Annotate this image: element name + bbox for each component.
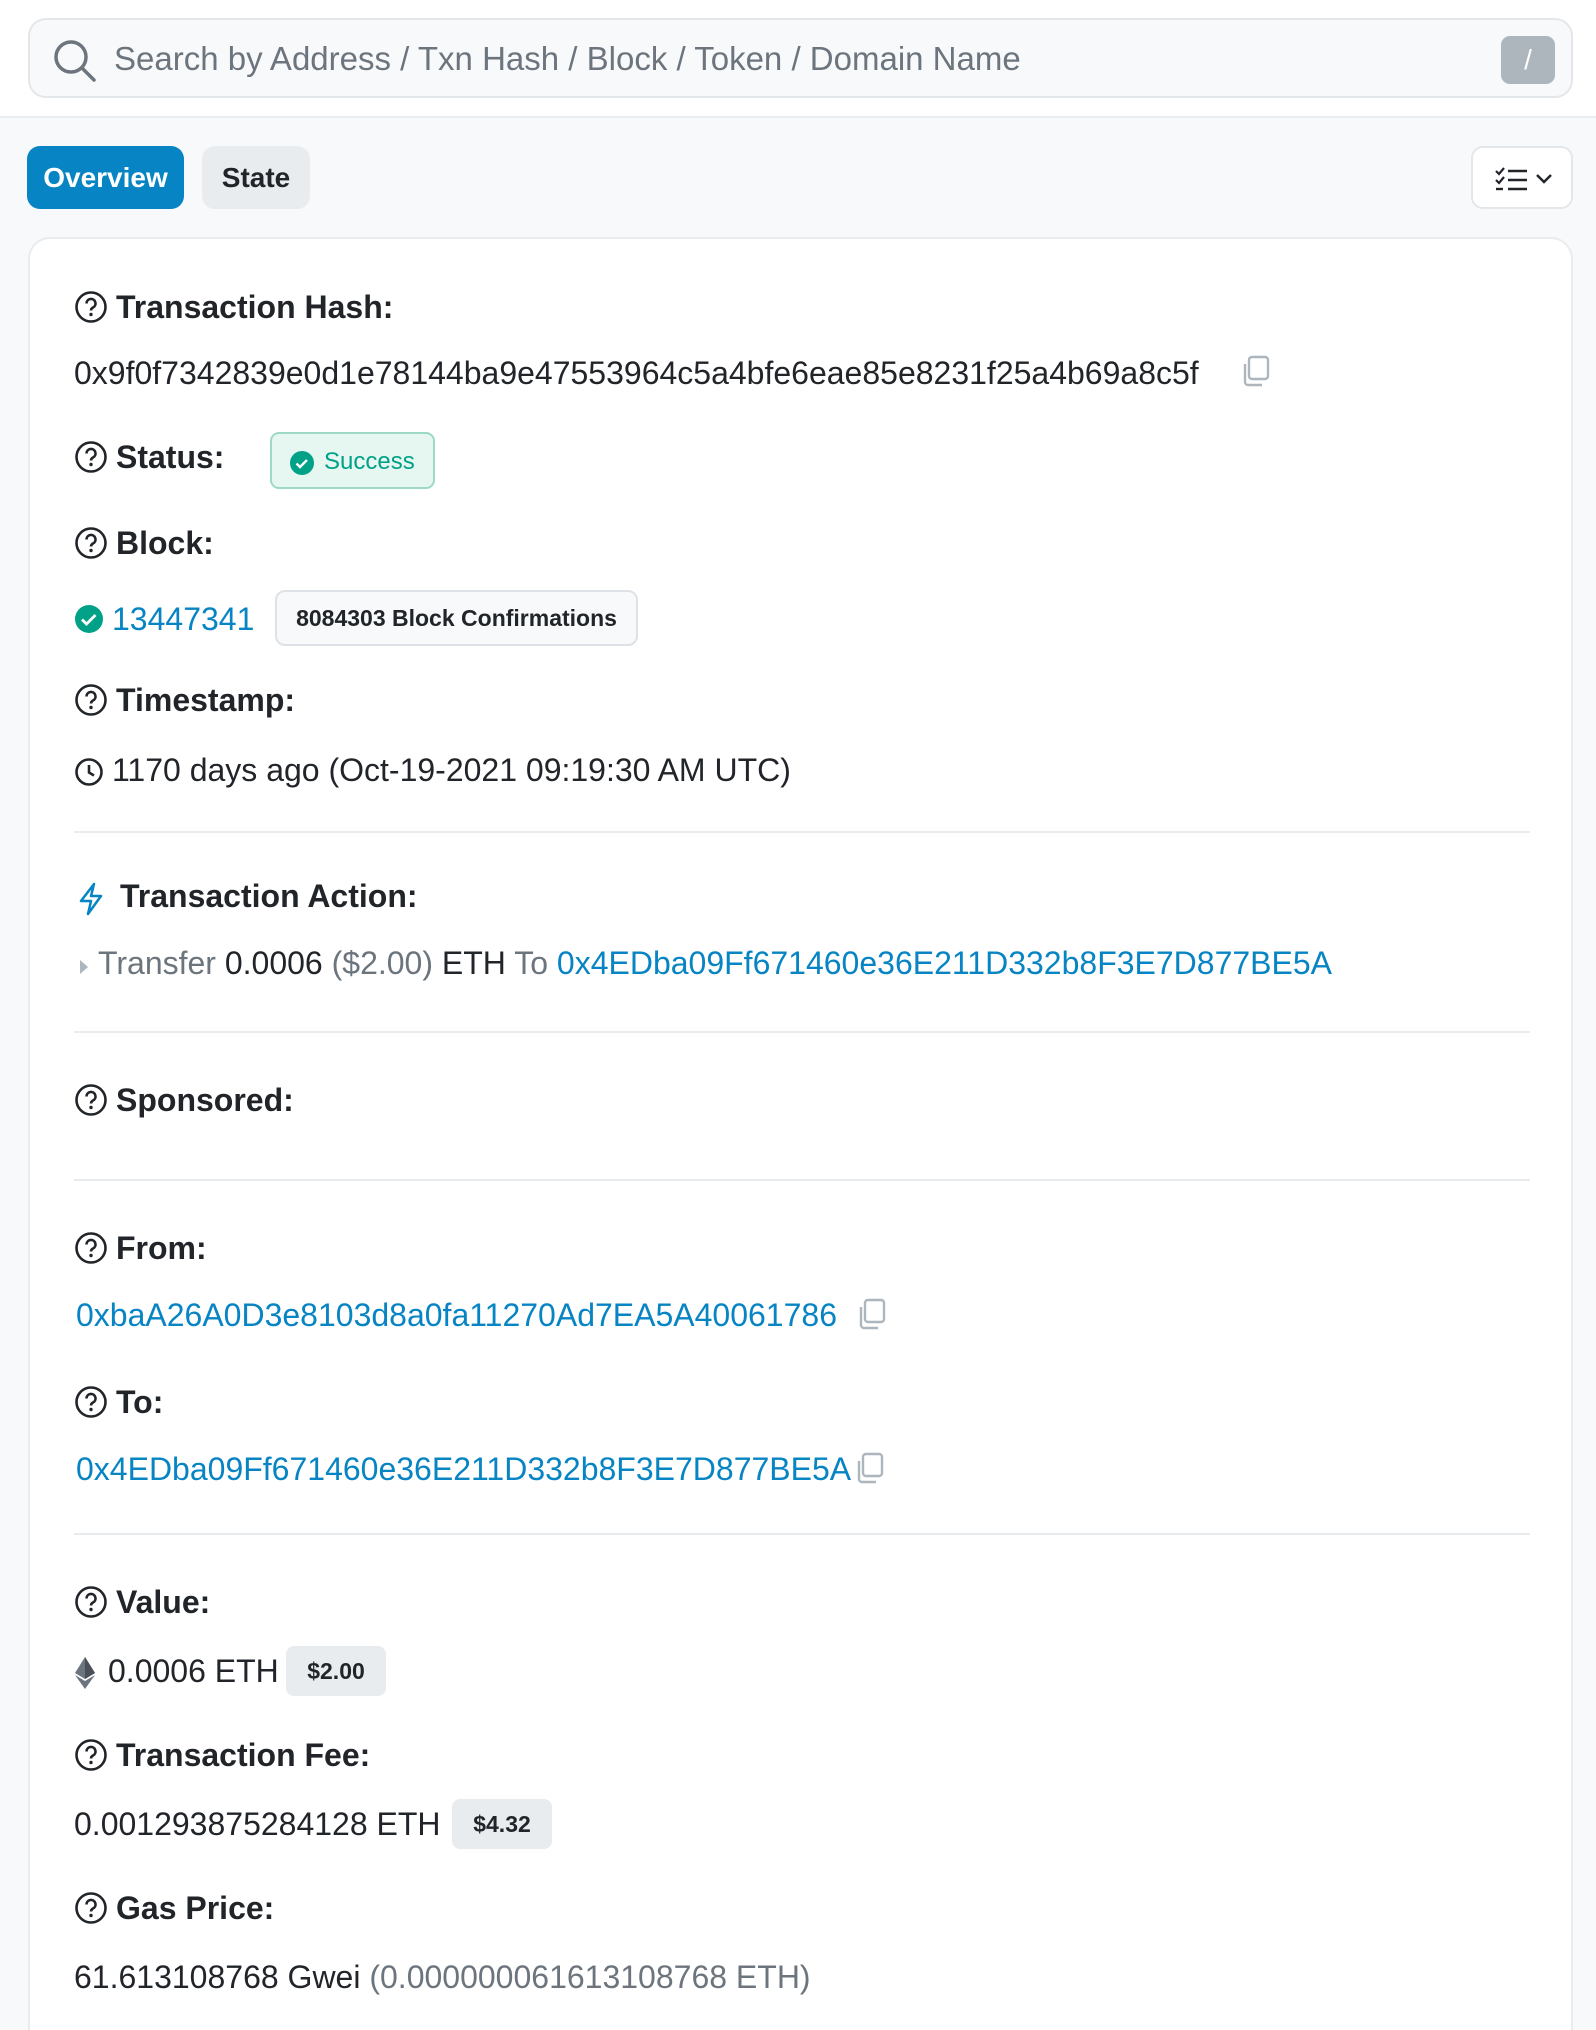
timestamp-value: 1170 days ago (Oct-19-2021 09:19:30 AM U… [112,752,791,788]
action-unit: ETH [441,945,506,981]
gas-price-eth: (0.000000061613108768 ETH) [369,1959,811,1995]
tx-hash-label: Transaction Hash: [116,289,394,325]
help-icon[interactable] [74,1231,108,1265]
from-label: From: [116,1230,207,1266]
divider [74,1031,1530,1033]
action-usd: ($2.00) [331,945,433,981]
action-to-address-link[interactable]: 0x4EDba09Ff671460e36E211D332b8F3E7D877BE… [557,945,1332,981]
tx-hash-value: 0x9f0f7342839e0d1e78144ba9e47553964c5a4b… [74,355,1199,391]
check-circle-icon [290,451,314,475]
clock-icon [75,758,103,786]
status-text: Success [324,448,415,475]
search-input[interactable] [114,34,1414,84]
fee-usd-badge: $4.32 [452,1799,552,1849]
action-verb: Transfer [98,945,216,981]
value-amount: 0.0006 ETH [108,1653,279,1689]
divider [74,831,1530,833]
search-shortcut-key: / [1501,36,1555,84]
help-icon[interactable] [74,526,108,560]
help-icon[interactable] [74,290,108,324]
block-number-link[interactable]: 13447341 [112,599,254,639]
ethereum-icon [75,1657,95,1689]
action-to-word: To [514,945,548,981]
gas-price-label: Gas Price: [116,1890,275,1926]
gas-price-value: 61.613108768 Gwei (0.000000061613108768 … [74,1957,811,1997]
value-label: Value: [116,1584,211,1620]
gas-price-gwei: 61.613108768 Gwei [74,1959,361,1995]
help-icon[interactable] [74,1385,108,1419]
transaction-overview-card: Transaction Hash: 0x9f0f7342839e0d1e7814… [28,237,1573,2030]
tx-action-value: Transfer 0.0006 ($2.00) ETH To 0x4EDba09… [98,943,1332,983]
action-amount: 0.0006 [224,945,323,981]
divider [74,1533,1530,1535]
block-label: Block: [116,525,214,561]
to-label: To: [116,1384,164,1420]
copy-icon[interactable] [856,1297,888,1331]
help-icon[interactable] [74,1738,108,1772]
view-options-dropdown[interactable] [1471,146,1573,209]
tab-overview[interactable]: Overview [27,146,184,209]
check-circle-icon [75,605,103,633]
lightning-icon [79,882,103,916]
copy-icon[interactable] [1240,354,1272,388]
help-icon[interactable] [74,683,108,717]
help-icon[interactable] [74,440,108,474]
fee-label: Transaction Fee: [116,1737,371,1773]
status-label: Status: [116,439,225,475]
tx-action-label: Transaction Action: [120,878,418,914]
search-icon [54,40,96,82]
search-bar[interactable]: / [28,18,1573,98]
caret-right-icon[interactable] [78,957,90,977]
value-usd-badge: $2.00 [286,1646,386,1696]
help-icon[interactable] [74,1585,108,1619]
to-address-link[interactable]: 0x4EDba09Ff671460e36E211D332b8F3E7D877BE… [76,1449,851,1489]
help-icon[interactable] [74,1083,108,1117]
divider [74,1179,1530,1181]
help-icon[interactable] [74,1891,108,1925]
status-badge: Success [270,432,435,489]
sponsored-label: Sponsored: [116,1082,294,1118]
from-address-link[interactable]: 0xbaA26A0D3e8103d8a0fa11270Ad7EA5A400617… [76,1295,837,1335]
fee-amount: 0.001293875284128 ETH [74,1806,441,1842]
search-header: / [0,0,1596,118]
list-options-icon [1495,167,1552,191]
block-confirmations-badge: 8084303 Block Confirmations [275,590,638,646]
tab-state[interactable]: State [202,146,310,209]
timestamp-label: Timestamp: [116,682,296,718]
copy-icon[interactable] [854,1451,886,1485]
